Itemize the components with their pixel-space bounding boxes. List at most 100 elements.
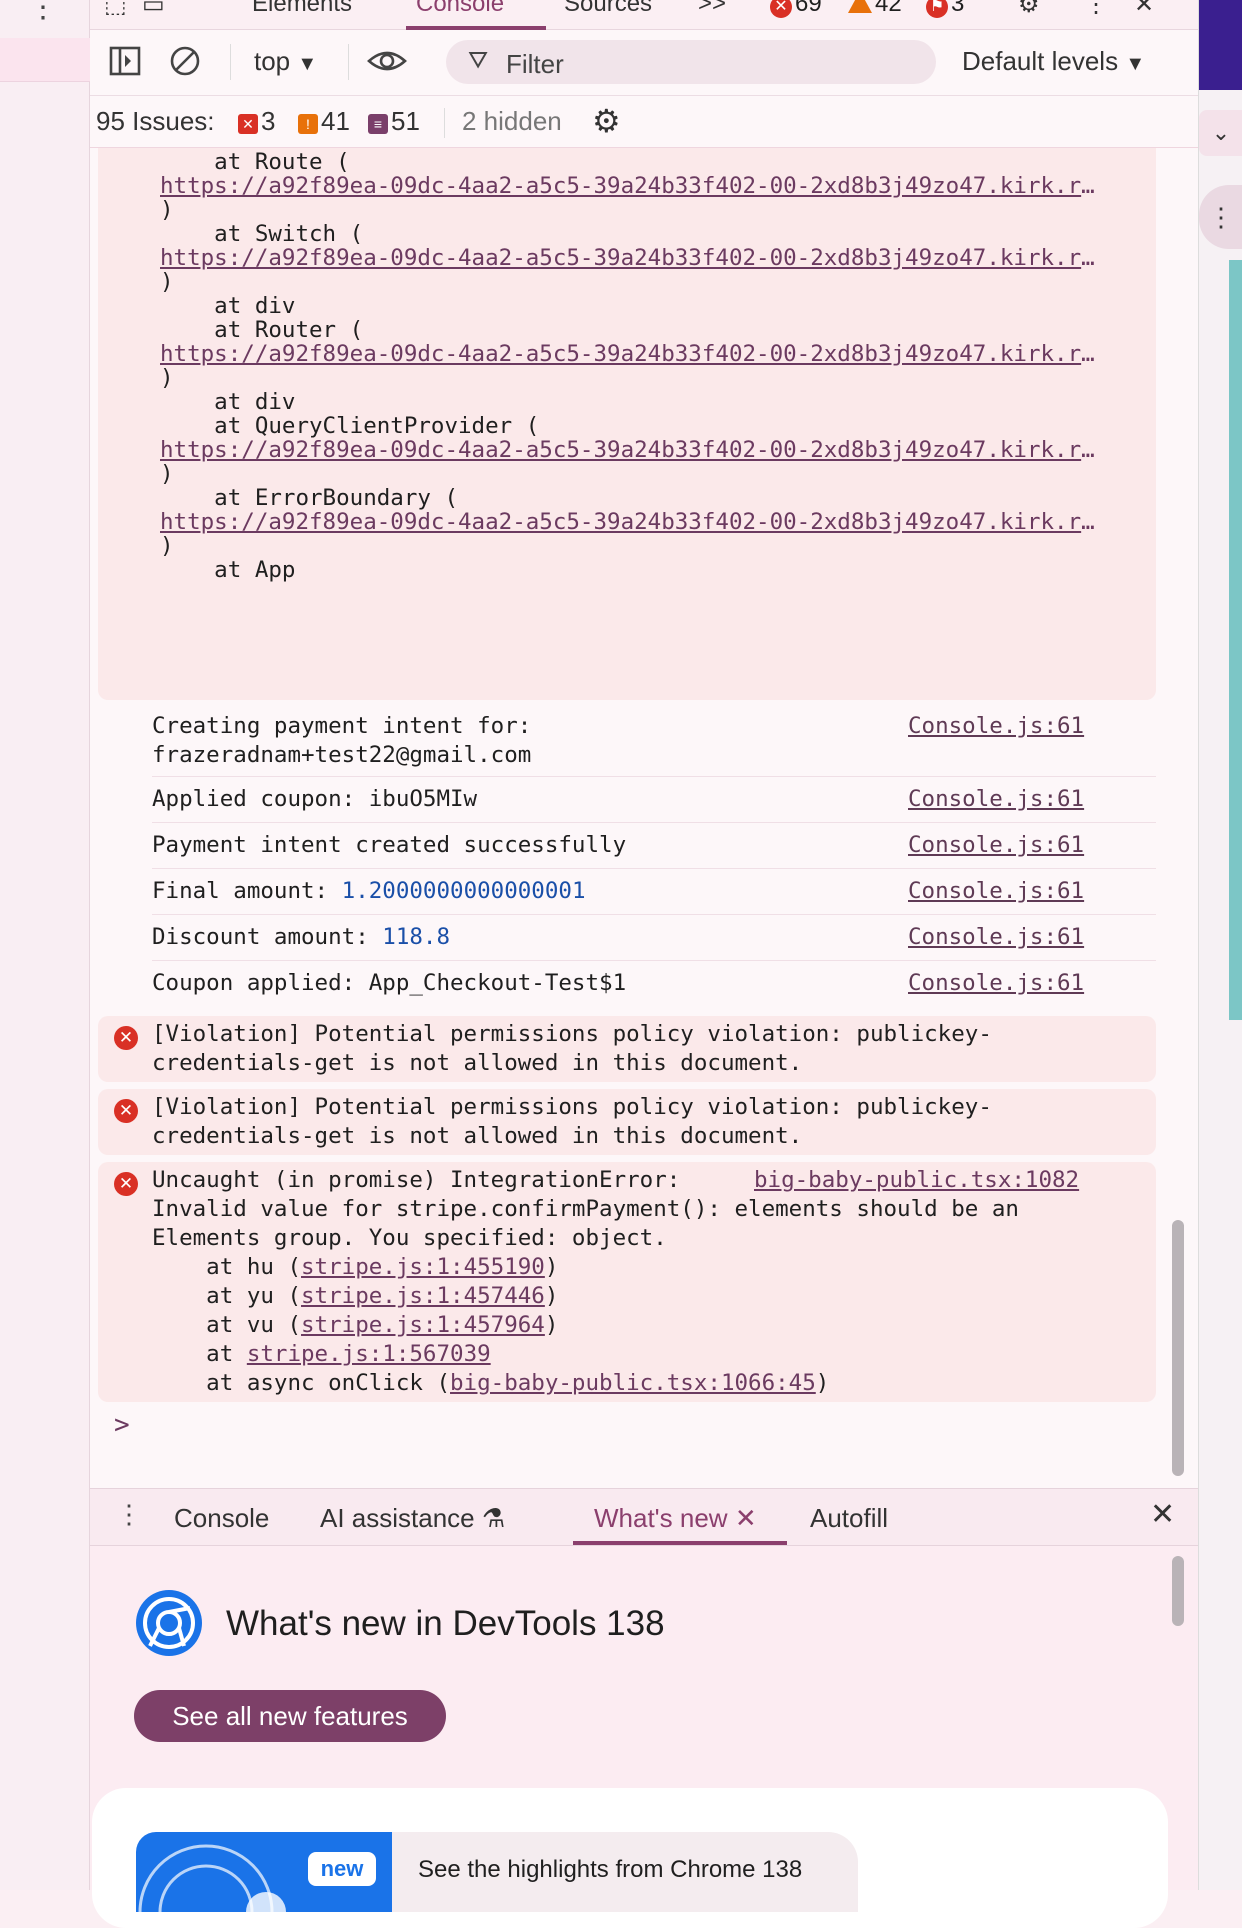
stack-frame: at vu (stripe.js:1:457964) xyxy=(152,1312,559,1338)
stack-source-link[interactable]: https://a92f89ea-09dc-4aa2-a5c5-39a24b33… xyxy=(160,436,1102,465)
warning-count-badge[interactable]: 42 xyxy=(848,0,902,18)
drawer-tab-autofill[interactable]: Autofill xyxy=(810,1503,888,1534)
log-message: Discount amount: 118.8 xyxy=(152,924,451,950)
drawer-tab-console[interactable]: Console xyxy=(174,1503,269,1534)
issues-label: 95 Issues: xyxy=(96,106,215,136)
log-source-link[interactable]: Console.js:61 xyxy=(908,923,1084,952)
settings-gear-icon[interactable]: ⚙ xyxy=(1018,0,1040,19)
active-drawer-tab-indicator xyxy=(573,1541,787,1545)
error-icon: ✕ xyxy=(114,1026,138,1050)
log-source-link[interactable]: Console.js:61 xyxy=(908,969,1084,998)
error-icon: ✕ xyxy=(238,114,258,134)
log-number-value: 1.2000000000000001 xyxy=(341,878,586,904)
console-toolbar: top ▼ ⛛ Filter Default levels ▼ xyxy=(90,30,1198,96)
stack-frame-link[interactable]: stripe.js:1:455190 xyxy=(301,1254,545,1280)
see-all-features-button[interactable]: See all new features xyxy=(134,1690,446,1742)
close-drawer-icon[interactable]: ✕ xyxy=(1150,1497,1175,1532)
log-message: Payment intent created successfully xyxy=(152,832,627,858)
issues-count-badge[interactable]: ⚑ 3 xyxy=(926,0,964,18)
log-row[interactable]: Discount amount: 118.8 Console.js:61 xyxy=(152,915,1156,961)
more-tabs-button[interactable]: >> xyxy=(698,0,726,18)
more-icon[interactable]: ⋮ xyxy=(28,0,58,25)
inspect-icon[interactable]: ⬚ xyxy=(104,0,127,19)
info-message-icon: ≡ xyxy=(368,114,388,134)
log-source-link[interactable]: Console.js:61 xyxy=(908,877,1084,906)
log-message: frazeradnam+test22@gmail.com xyxy=(152,742,532,768)
console-messages: ) at Route ( https://a92f89ea-09dc-4aa2-… xyxy=(90,148,1158,1488)
console-scrollbar[interactable] xyxy=(1172,1220,1184,1476)
drawer-scrollbar[interactable] xyxy=(1172,1556,1184,1626)
log-row[interactable]: Coupon applied: App_Checkout-Test$1 Cons… xyxy=(152,961,1156,1007)
device-toolbar-icon[interactable]: ▭ xyxy=(142,0,165,19)
toolbar-divider xyxy=(348,44,349,80)
log-message: Creating payment intent for: xyxy=(152,713,532,739)
issues-info[interactable]: ≡ 51 xyxy=(368,106,420,137)
sidebar-toggle-icon[interactable] xyxy=(108,44,142,78)
hidden-issues[interactable]: 2 hidden xyxy=(462,106,562,137)
error-title: Uncaught (in promise) IntegrationError: xyxy=(152,1167,681,1193)
log-source-link[interactable]: Console.js:61 xyxy=(908,785,1084,814)
tab-elements[interactable]: Elements xyxy=(252,0,352,18)
error-count-badge[interactable]: ✕ 69 xyxy=(770,0,822,18)
log-message: Applied coupon: ibuO5MIw xyxy=(152,786,478,812)
stack-frame: at hu (stripe.js:1:455190) xyxy=(152,1254,559,1280)
highlights-caption: See the highlights from Chrome 138 xyxy=(418,1856,803,1883)
issues-errors[interactable]: ✕ 3 xyxy=(238,106,275,137)
log-row[interactable]: Applied coupon: ibuO5MIw Console.js:61 xyxy=(152,777,1156,823)
context-selector[interactable]: top ▼ xyxy=(254,46,317,77)
stack-source-link[interactable]: https://a92f89ea-09dc-4aa2-a5c5-39a24b33… xyxy=(160,508,1102,537)
stack-frame-link[interactable]: big-baby-public.tsx:1066:45 xyxy=(450,1370,816,1396)
chrome-devtools-logo-icon xyxy=(136,1590,202,1656)
highlights-card[interactable]: new See the highlights from Chrome 138 xyxy=(92,1788,1168,1928)
tab-sources[interactable]: Sources xyxy=(564,0,652,18)
issues-bar: 95 Issues: ✕ 3 ! 41 ≡ 51 2 hidden ⚙ xyxy=(90,96,1198,148)
error-stack-trace: ) at Route ( https://a92f89ea-09dc-4aa2-… xyxy=(98,148,1156,700)
page-scroll-line xyxy=(1229,260,1242,1020)
issues-warnings[interactable]: ! 41 xyxy=(298,106,350,137)
uncaught-error-message[interactable]: ✕ Uncaught (in promise) IntegrationError… xyxy=(98,1162,1156,1402)
error-icon: ✕ xyxy=(114,1172,138,1196)
page-header-area xyxy=(1199,0,1242,90)
violation-message[interactable]: ✕ [Violation] Potential permissions poli… xyxy=(98,1089,1156,1155)
live-expression-eye-icon[interactable] xyxy=(366,44,408,78)
stack-frame-link[interactable]: stripe.js:1:567039 xyxy=(247,1341,491,1367)
dropdown-arrow-icon: ▼ xyxy=(1125,53,1146,75)
stack-frame-link[interactable]: stripe.js:1:457964 xyxy=(301,1312,545,1338)
error-source-link[interactable]: big-baby-public.tsx:1082 xyxy=(754,1166,1079,1195)
filter-funnel-icon: ⛛ xyxy=(468,47,489,74)
log-number-value: 118.8 xyxy=(382,924,451,950)
log-source-link[interactable]: Console.js:61 xyxy=(908,712,1084,741)
stack-line: at App xyxy=(160,557,296,583)
flask-icon: ⚗ xyxy=(481,1503,506,1533)
close-devtools-icon[interactable]: ✕ xyxy=(1134,0,1154,19)
warning-icon: ! xyxy=(298,114,318,134)
drawer-tab-whats-new[interactable]: What's new ✕ xyxy=(594,1503,757,1534)
stack-frame-link[interactable]: stripe.js:1:457446 xyxy=(301,1283,545,1309)
log-levels-dropdown[interactable]: Default levels ▼ xyxy=(962,46,1145,77)
console-settings-gear-icon[interactable]: ⚙ xyxy=(592,102,621,140)
toolbar-divider xyxy=(230,44,231,80)
log-source-link[interactable]: Console.js:61 xyxy=(908,831,1084,860)
stack-source-link[interactable]: https://a92f89ea-09dc-4aa2-a5c5-39a24b33… xyxy=(160,340,1102,369)
log-row[interactable]: Final amount: 1.2000000000000001 Console… xyxy=(152,869,1156,915)
page-left-strip: ⋮ xyxy=(0,0,90,1890)
drawer-tab-ai-assistance[interactable]: AI assistance ⚗ xyxy=(320,1503,505,1534)
stack-source-link[interactable]: https://a92f89ea-09dc-4aa2-a5c5-39a24b33… xyxy=(160,172,1102,201)
log-row[interactable]: Payment intent created successfully Cons… xyxy=(152,823,1156,869)
customize-menu-icon[interactable]: ⋮ xyxy=(1084,0,1108,19)
console-prompt[interactable]: > xyxy=(114,1410,130,1440)
devtools-panel: ⬚ ▭ Elements Console Sources >> ✕ 69 42 ⚑… xyxy=(90,0,1198,1928)
violation-message[interactable]: ✕ [Violation] Potential permissions poli… xyxy=(98,1016,1156,1082)
clear-console-icon[interactable] xyxy=(168,44,202,78)
page-right-strip: ⌄ ⋮ xyxy=(1198,0,1242,1890)
dropdown-arrow-icon: ▼ xyxy=(297,53,318,75)
stack-source-link[interactable]: https://a92f89ea-09dc-4aa2-a5c5-39a24b33… xyxy=(160,244,1102,273)
stack-frame: at yu (stripe.js:1:457446) xyxy=(152,1283,559,1309)
log-row[interactable]: Creating payment intent for: frazeradnam… xyxy=(152,704,1156,777)
tab-console[interactable]: Console xyxy=(416,0,504,18)
kebab-menu-icon[interactable]: ⋮ xyxy=(1199,185,1242,249)
filter-input[interactable]: ⛛ Filter xyxy=(446,40,936,84)
drawer-menu-icon[interactable]: ⋮ xyxy=(116,1499,142,1530)
close-tab-icon[interactable]: ✕ xyxy=(735,1503,757,1533)
chevron-down-icon[interactable]: ⌄ xyxy=(1199,110,1242,156)
